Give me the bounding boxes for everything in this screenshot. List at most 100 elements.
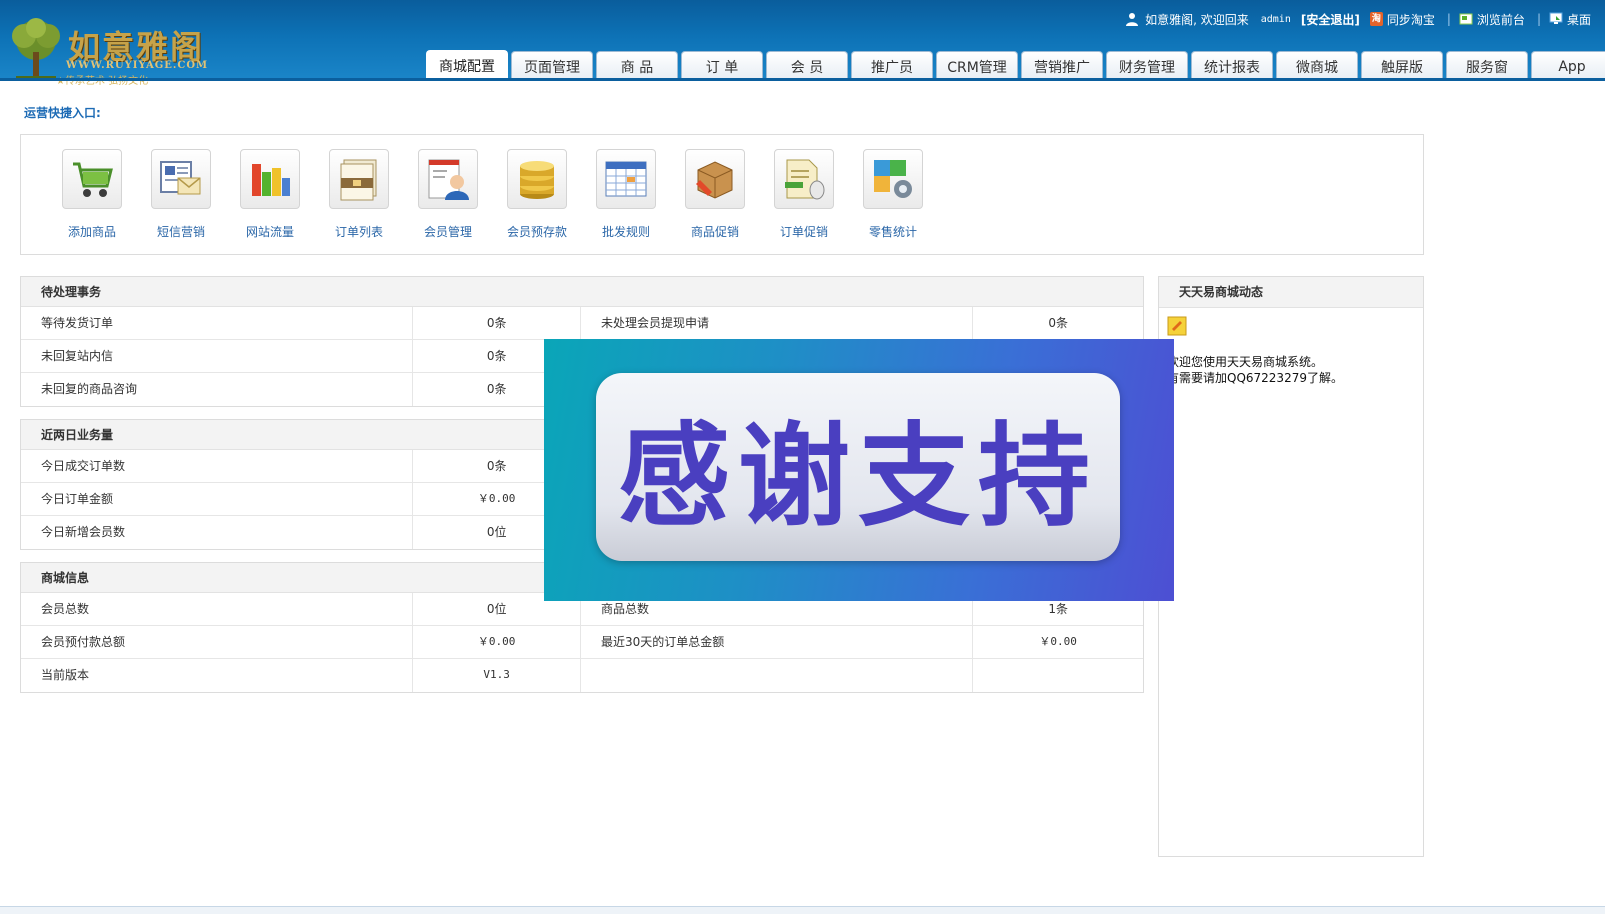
shop-news-panel: 天天易商城动态 欢迎您使用天天易商城系统。 有需要请加QQ67223279了解。 — [1158, 276, 1424, 857]
quick-label: 短信营销 — [156, 225, 205, 239]
quick-label: 会员管理 — [423, 225, 472, 239]
top-toolbar: 如意雅阁, 欢迎回来 admin [安全退出] 淘 同步淘宝 | 浏览前台 | … — [1115, 10, 1591, 28]
browse-front-icon — [1459, 13, 1473, 25]
tab-reports[interactable]: 统计报表 — [1191, 51, 1273, 81]
table-cell — [581, 659, 974, 692]
quick-product-promo[interactable]: 商品促销 — [670, 149, 760, 240]
table-row: 会员预付款总额 ￥0.00 最近30天的订单总金额 ￥0.00 — [21, 626, 1143, 659]
table-cell: 会员总数 — [21, 593, 414, 625]
tab-page-manage[interactable]: 页面管理 — [511, 51, 593, 81]
table-cell: ￥0.00 — [1039, 635, 1077, 648]
news-line: 欢迎您使用天天易商城系统。 — [1167, 355, 1324, 369]
header-divider — [0, 78, 1605, 81]
table-cell — [973, 659, 1143, 692]
quick-icon-frame — [685, 149, 745, 209]
desktop-icon — [1549, 12, 1563, 24]
quick-label: 会员预存款 — [506, 225, 567, 239]
brand-url: WWW.RUYIYAGE.COM — [66, 60, 209, 71]
table-cell: 等待发货订单 — [21, 307, 414, 339]
bar-chart-icon — [252, 164, 290, 196]
quick-icon-frame — [418, 149, 478, 209]
coins-icon — [520, 161, 554, 199]
table-cell: V1.3 — [413, 659, 581, 692]
quick-label: 零售统计 — [868, 225, 917, 239]
tab-finance[interactable]: 财务管理 — [1106, 51, 1188, 81]
tab-touch-version[interactable]: 触屏版 — [1361, 51, 1443, 81]
quick-label: 添加商品 — [67, 225, 116, 239]
desktop-link[interactable]: 桌面 — [1549, 11, 1591, 28]
quick-entry-title: 运营快捷入口: — [24, 106, 101, 120]
calendar-table-icon — [605, 161, 647, 197]
tab-shop-config[interactable]: 商城配置 — [426, 50, 508, 81]
logo[interactable]: 如意雅阁 WWW.RUYIYAGE.COM ★传承艺术 弘扬文化 — [6, 18, 216, 87]
order-promo-icon — [785, 159, 825, 200]
tab-service-window[interactable]: 服务窗 — [1446, 51, 1528, 81]
quick-label: 订单促销 — [779, 225, 828, 239]
thanks-banner: 感谢支持 — [544, 339, 1174, 601]
page-footer-line — [0, 906, 1605, 914]
tab-crm[interactable]: CRM管理 — [936, 51, 1018, 81]
news-line: 有需要请加QQ67223279了解。 — [1167, 371, 1343, 385]
thanks-banner-plate: 感谢支持 — [596, 373, 1120, 561]
quick-wholesale-rules[interactable]: 批发规则 — [581, 149, 671, 240]
quick-icon-frame — [62, 149, 122, 209]
quick-member-deposit[interactable]: 会员预存款 — [492, 149, 582, 240]
desktop-label: 桌面 — [1566, 12, 1591, 27]
welcome-message: 如意雅阁, 欢迎回来 — [1125, 11, 1249, 28]
tab-promoters[interactable]: 推广员 — [851, 51, 933, 81]
quick-label: 商品促销 — [690, 225, 739, 239]
quick-icon-frame — [151, 149, 211, 209]
table-cell: 未回复站内信 — [21, 340, 414, 372]
quick-order-list[interactable]: 订单列表 — [314, 149, 404, 240]
quick-icon-frame — [329, 149, 389, 209]
shop-news-body: 欢迎您使用天天易商城系统。 有需要请加QQ67223279了解。 — [1159, 308, 1423, 394]
table-cell: ￥0.00 — [413, 626, 581, 658]
quick-icon-frame — [774, 149, 834, 209]
tab-app[interactable]: App — [1531, 51, 1605, 81]
sms-icon — [160, 161, 201, 195]
quick-sms-marketing[interactable]: 短信营销 — [136, 149, 226, 240]
tab-members[interactable]: 会 员 — [766, 51, 848, 81]
table-cell: 最近30天的订单总金额 — [581, 626, 974, 658]
quick-icon-frame — [240, 149, 300, 209]
tab-orders[interactable]: 订 单 — [681, 51, 763, 81]
quick-icon-frame — [863, 149, 923, 209]
tab-wechat-shop[interactable]: 微商城 — [1276, 51, 1358, 81]
member-icon — [428, 159, 469, 200]
welcome-text: 如意雅阁, 欢迎回来 — [1145, 12, 1249, 27]
quick-label: 订单列表 — [334, 225, 383, 239]
browse-front-link[interactable]: 浏览前台 — [1459, 11, 1525, 28]
table-cell: 今日订单金额 — [21, 483, 414, 515]
table-cell: 0条 — [1048, 316, 1068, 330]
table-cell: 今日成交订单数 — [21, 450, 414, 482]
top-header: 如意雅阁 WWW.RUYIYAGE.COM ★传承艺术 弘扬文化 如意雅阁, 欢… — [0, 0, 1605, 87]
quick-label: 批发规则 — [601, 225, 650, 239]
table-cell: 今日新增会员数 — [21, 516, 414, 549]
quick-retail-stats[interactable]: 零售统计 — [848, 149, 938, 240]
logout-link[interactable]: [安全退出] — [1301, 11, 1360, 28]
shop-news-title: 天天易商城动态 — [1159, 277, 1423, 308]
quick-entry-panel: 添加商品 短信营销 网站流量 订单列表 会员管理 会员预存款 批发规则 商品促销… — [20, 134, 1424, 255]
quick-member-manage[interactable]: 会员管理 — [403, 149, 493, 240]
tab-marketing[interactable]: 营销推广 — [1021, 51, 1103, 81]
table-row: 等待发货订单 0条 未处理会员提现申请 0条 — [21, 307, 1143, 340]
table-cell: 当前版本 — [21, 659, 414, 692]
quick-icon-frame — [596, 149, 656, 209]
sync-taobao-label: 同步淘宝 — [1386, 12, 1435, 27]
quick-order-promo[interactable]: 订单促销 — [759, 149, 849, 240]
separator: | — [1446, 12, 1451, 26]
quick-add-product[interactable]: 添加商品 — [47, 149, 137, 240]
tab-products[interactable]: 商 品 — [596, 51, 678, 81]
quick-site-traffic[interactable]: 网站流量 — [225, 149, 315, 240]
table-row: 当前版本 V1.3 — [21, 659, 1143, 692]
table-cell: 0条 — [413, 307, 581, 339]
thanks-banner-text: 感谢支持 — [618, 412, 1098, 542]
taobao-icon: 淘 — [1369, 12, 1383, 26]
username: admin — [1260, 13, 1291, 25]
table-cell: 会员预付款总额 — [21, 626, 414, 658]
order-list-icon — [340, 159, 377, 201]
user-icon — [1126, 13, 1139, 26]
quick-label: 网站流量 — [245, 225, 294, 239]
separator: | — [1536, 12, 1541, 26]
sync-taobao-link[interactable]: 淘 同步淘宝 — [1369, 11, 1435, 28]
